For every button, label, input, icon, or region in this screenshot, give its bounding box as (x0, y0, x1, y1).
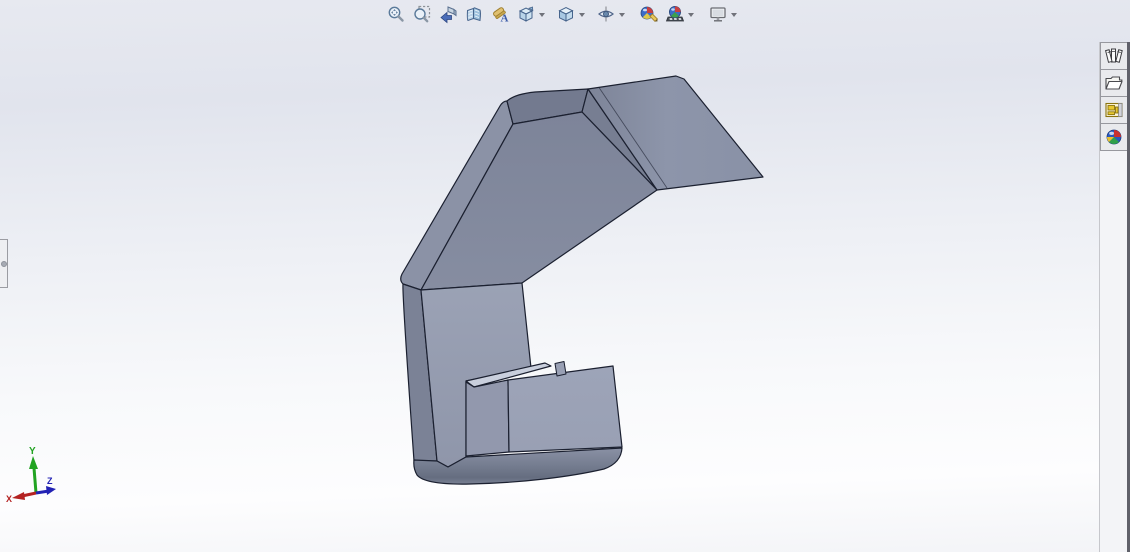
triad-x-label: X (6, 494, 12, 504)
panel-expand-handle (0, 260, 7, 267)
task-pane-empty-area (1100, 151, 1127, 552)
part-notch (554, 361, 567, 377)
design-library-icon[interactable] (1100, 42, 1127, 70)
reference-triad: Y X Z (6, 446, 56, 504)
file-explorer-icon[interactable] (1100, 69, 1127, 97)
part-model[interactable] (0, 0, 1130, 552)
view-palette-icon[interactable] (1100, 96, 1127, 124)
task-pane-strip (1099, 42, 1130, 552)
triad-z-label: Z (47, 476, 53, 486)
cad-viewport: A Y X Z (0, 0, 1130, 552)
left-panel-collapsed-tab[interactable] (0, 239, 8, 288)
triad-y-label: Y (29, 446, 36, 457)
part-face-box-left (465, 379, 510, 457)
part-face-box-right (507, 365, 623, 453)
appearances-scenes-icon[interactable] (1100, 123, 1127, 151)
